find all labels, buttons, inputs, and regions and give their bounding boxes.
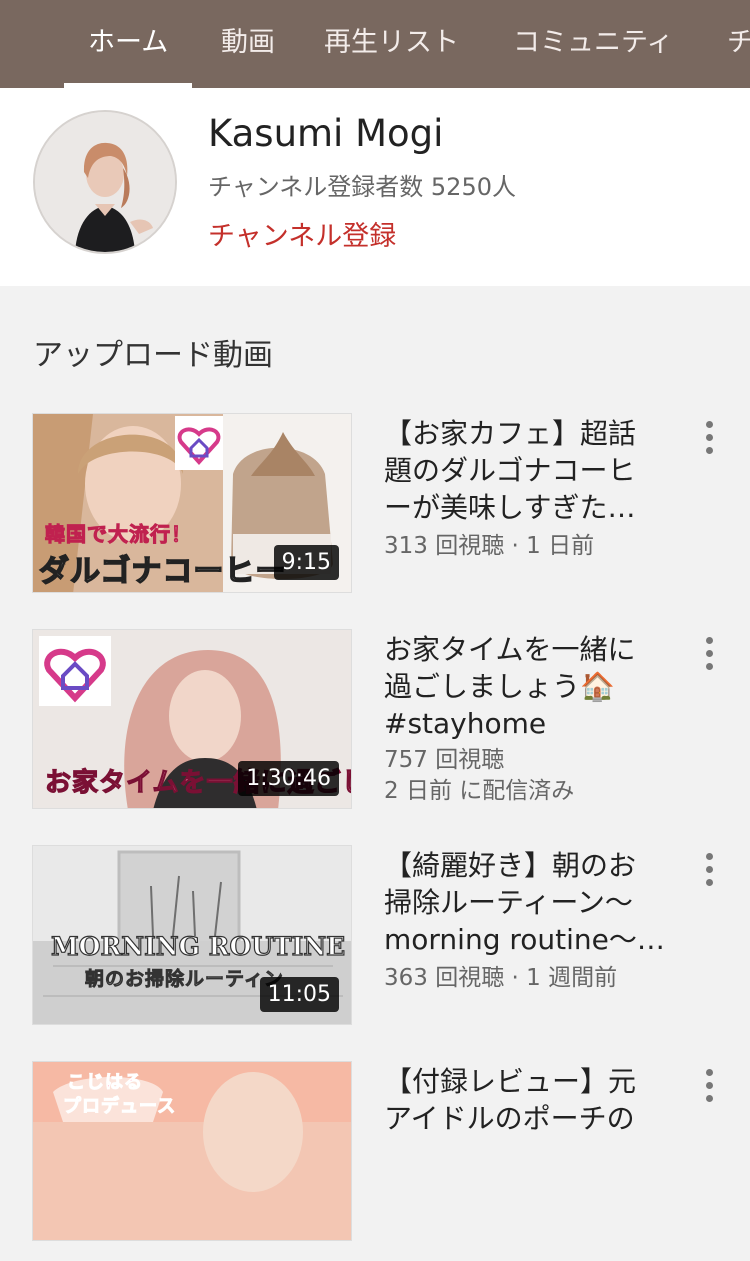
thumbnail-caption: 韓国で大流行！ [45, 522, 192, 547]
video-title[interactable]: 【付録レビュー】元 アイドルのポーチの [384, 1063, 684, 1137]
thumbnail-caption: ダルゴナコーヒー [38, 553, 287, 590]
avatar-portrait [35, 112, 175, 252]
video-item[interactable]: お家タイムを一緒に過ごしましょ 1:30:46 お家タイムを一緒に 過ごしましょ… [0, 629, 750, 829]
video-title-line: 掃除ルーティーン〜 [384, 886, 633, 919]
tab-home[interactable]: ホーム [88, 0, 168, 88]
video-thumbnail[interactable]: お家タイムを一緒に過ごしましょ 1:30:46 [32, 629, 352, 809]
video-duration: 9:15 [273, 545, 339, 580]
video-title-line: お家タイムを一緒に [384, 633, 636, 666]
video-title[interactable]: 【お家カフェ】超話 題のダルゴナコーヒ ーが美味しすぎた… [384, 415, 684, 526]
more-options-icon[interactable] [694, 635, 724, 671]
video-thumbnail[interactable]: こじはる プロデュース [32, 1061, 352, 1241]
video-meta: 757 回視聴 [384, 747, 505, 773]
thumbnail-caption: MORNING ROUTINE [50, 931, 346, 961]
video-duration: 1:30:46 [238, 761, 339, 796]
video-title-line: 【お家カフェ】超話 [384, 417, 637, 450]
video-title-line: 【綺麗好き】朝のお [384, 849, 637, 882]
more-options-icon[interactable] [694, 851, 724, 887]
video-title-line: 過ごしましょう🏠 [384, 670, 615, 703]
thumbnail-caption: 朝のお掃除ルーティン [85, 968, 284, 991]
video-title-line: morning routine〜… [384, 923, 665, 956]
video-thumbnail[interactable]: MORNING ROUTINE 朝のお掃除ルーティン 11:05 [32, 845, 352, 1025]
channel-tab-bar: ホーム 動画 再生リスト コミュニティ チ [0, 0, 750, 88]
channel-avatar[interactable] [33, 110, 177, 254]
tab-community[interactable]: コミュニティ [513, 0, 673, 88]
tab-videos[interactable]: 動画 [221, 0, 275, 88]
video-title-line: アイドルのポーチの [384, 1102, 635, 1135]
video-meta: 363 回視聴 · 1 週間前 [384, 965, 618, 991]
uploads-section-title: アップロード動画 [33, 338, 273, 373]
video-title-line: 題のダルゴナコーヒ [384, 454, 636, 487]
thumbnail-caption: プロデュース [62, 1096, 177, 1118]
channel-header: Kasumi Mogi チャンネル登録者数 5250人 チャンネル登録 [0, 88, 750, 286]
thumbnail-caption: こじはる [67, 1072, 143, 1094]
subscriber-count: チャンネル登録者数 5250人 [208, 173, 516, 201]
video-item[interactable]: こじはる プロデュース 【付録レビュー】元 アイドルのポーチの [0, 1061, 750, 1261]
more-options-icon[interactable] [694, 1067, 724, 1103]
video-title-line: 【付録レビュー】元 [384, 1065, 637, 1098]
tab-channels[interactable]: チ [727, 0, 750, 88]
video-item[interactable]: MORNING ROUTINE 朝のお掃除ルーティン 11:05 【綺麗好き】朝… [0, 845, 750, 1045]
subscribe-button[interactable]: チャンネル登録 [208, 214, 396, 253]
video-title[interactable]: お家タイムを一緒に 過ごしましょう🏠 #stayhome [384, 631, 684, 742]
more-options-icon[interactable] [694, 419, 724, 455]
video-title-line: ーが美味しすぎた… [384, 491, 636, 524]
video-thumbnail[interactable]: 韓国で大流行！ ダルゴナコーヒー 9:15 [32, 413, 352, 593]
tab-playlists[interactable]: 再生リスト [324, 0, 459, 88]
channel-name: Kasumi Mogi [208, 112, 444, 155]
video-title-line: #stayhome [384, 707, 547, 740]
video-meta: 2 日前 に配信済み [384, 778, 575, 804]
video-item[interactable]: 韓国で大流行！ ダルゴナコーヒー 9:15 【お家カフェ】超話 題のダルゴナコー… [0, 413, 750, 613]
video-meta: 313 回視聴 · 1 日前 [384, 533, 595, 559]
video-title[interactable]: 【綺麗好き】朝のお 掃除ルーティーン〜 morning routine〜… [384, 847, 684, 958]
video-duration: 11:05 [259, 977, 339, 1012]
